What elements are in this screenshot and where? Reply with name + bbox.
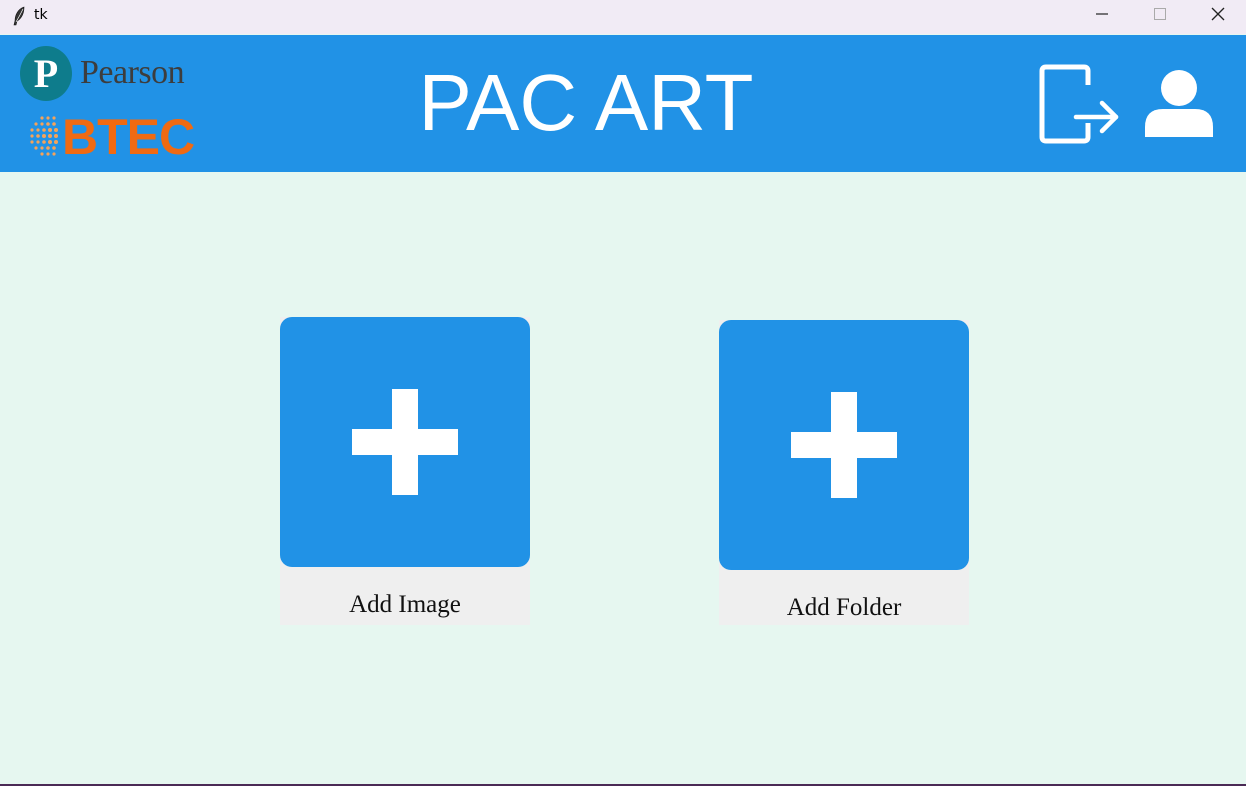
app-window: tk P Pearson BTEC PAC ART Add Image Add …: [0, 0, 1246, 786]
page-title: PAC ART: [418, 58, 754, 147]
logout-icon: [1036, 64, 1122, 149]
window-title: tk: [34, 7, 48, 23]
pearson-btec-logo: P Pearson BTEC: [20, 46, 210, 165]
close-button[interactable]: [1189, 0, 1246, 32]
add-image-label: Add Image: [349, 591, 461, 618]
logout-button[interactable]: [1036, 63, 1122, 145]
close-icon: [1211, 7, 1225, 26]
add-image-button[interactable]: Add Image: [280, 317, 530, 625]
add-image-tile[interactable]: [280, 317, 530, 567]
plus-icon: [791, 392, 897, 498]
minimize-button[interactable]: [1073, 0, 1131, 32]
profile-button[interactable]: [1143, 69, 1215, 139]
user-icon: [1143, 70, 1215, 143]
minimize-icon: [1096, 7, 1108, 25]
add-folder-label: Add Folder: [786, 594, 902, 621]
add-folder-button[interactable]: Add Folder: [719, 320, 969, 625]
add-folder-tile[interactable]: [719, 320, 969, 570]
app-header: P Pearson BTEC PAC ART: [0, 35, 1246, 172]
feather-icon: [12, 6, 26, 26]
maximize-button[interactable]: [1131, 0, 1189, 32]
btec-logo-text: BTEC: [62, 109, 195, 165]
pearson-logo-mark: P: [20, 46, 72, 101]
plus-icon: [352, 389, 458, 495]
title-bar: tk: [0, 0, 1246, 34]
pearson-logo-text: Pearson: [80, 54, 185, 91]
maximize-icon: [1154, 7, 1166, 25]
